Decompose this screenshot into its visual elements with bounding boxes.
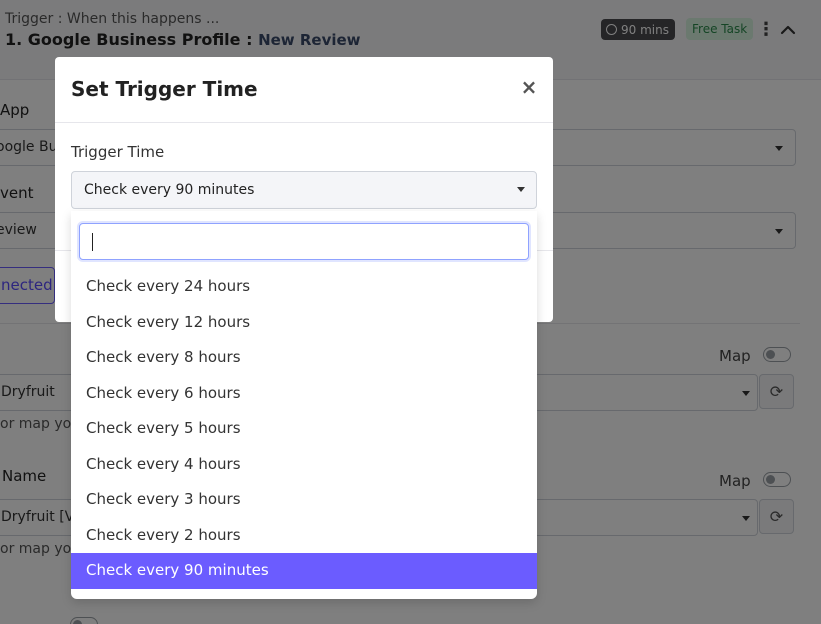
dropdown-options: Check every 24 hours Check every 12 hour… xyxy=(71,269,537,589)
dropdown-option[interactable]: Check every 3 hours xyxy=(71,482,537,518)
dropdown-option[interactable]: Check every 4 hours xyxy=(71,447,537,483)
dropdown-option[interactable]: Check every 6 hours xyxy=(71,376,537,412)
dropdown-option[interactable]: Check every 90 minutes xyxy=(71,553,537,589)
close-icon[interactable]: × xyxy=(519,76,539,98)
dropdown-option[interactable]: Check every 5 hours xyxy=(71,411,537,447)
trigger-time-select-value: Check every 90 minutes xyxy=(84,182,255,198)
dropdown-option[interactable]: Check every 24 hours xyxy=(71,269,537,305)
dropdown-option[interactable]: Check every 2 hours xyxy=(71,518,537,554)
modal-title: Set Trigger Time xyxy=(71,77,258,101)
caret-down-icon xyxy=(517,187,525,192)
trigger-time-label: Trigger Time xyxy=(71,143,165,161)
dropdown-option[interactable]: Check every 8 hours xyxy=(71,340,537,376)
text-cursor xyxy=(92,233,93,251)
dropdown-option[interactable]: Check every 12 hours xyxy=(71,305,537,341)
trigger-time-select[interactable]: Check every 90 minutes xyxy=(71,171,537,209)
modal-header: Set Trigger Time × xyxy=(55,57,553,123)
trigger-time-dropdown: Check every 24 hours Check every 12 hour… xyxy=(71,211,537,599)
dropdown-search-input[interactable] xyxy=(79,223,529,260)
